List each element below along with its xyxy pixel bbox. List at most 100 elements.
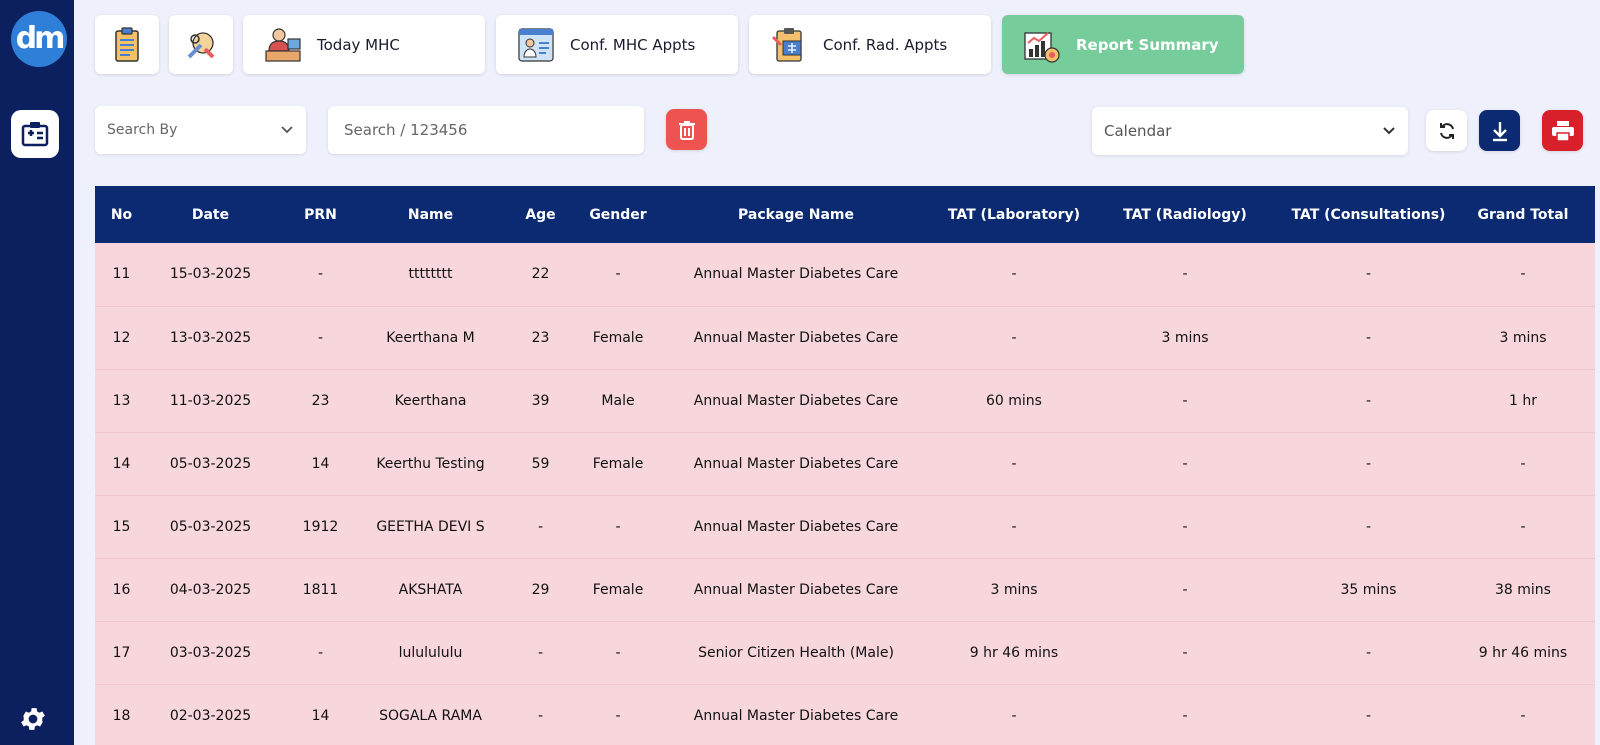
table-row[interactable]: 15 05-03-2025 1912 GEETHA DEVI S - - Annual Ma…	[95, 495, 1595, 558]
search-input[interactable]	[328, 106, 644, 154]
table-row[interactable]: 11 15-03-2025 - tttttttt 22 - Annual Master Di…	[95, 243, 1595, 306]
sidebar-item-health-checkup[interactable]	[11, 110, 59, 158]
tile-tools[interactable]	[169, 15, 233, 74]
download-button[interactable]	[1479, 110, 1520, 151]
table-cell: 3 mins	[1499, 329, 1547, 346]
table-row[interactable]: 12 13-03-2025 - Keerthana M 23 Female Annual M…	[95, 306, 1595, 369]
table-cell: Annual Master Diabetes Care	[693, 392, 899, 409]
table-cell: 11-03-2025	[169, 392, 252, 409]
column-header[interactable]: No	[95, 186, 148, 243]
table-row[interactable]: 18 02-03-2025 14 SOGALA RAMA - - Annual Master…	[95, 684, 1595, 745]
table-cell: -	[1182, 581, 1188, 598]
radiology-clipboard-icon	[771, 27, 802, 62]
column-header[interactable]: Grand Total	[1451, 186, 1595, 243]
table-cell: -	[1520, 266, 1526, 283]
table-cell: 9 hr 46 mins	[969, 644, 1059, 661]
column-header[interactable]: Name	[368, 186, 493, 243]
chevron-down-icon	[1383, 127, 1395, 135]
logo-text: dm	[15, 21, 66, 56]
table-row[interactable]: 16 04-03-2025 1811 AKSHATA 29 Female Annual Ma…	[95, 558, 1595, 621]
table-cell: Annual Master Diabetes Care	[693, 266, 899, 283]
table-cell: 02-03-2025	[169, 707, 252, 724]
table-cell: 38 mins	[1495, 581, 1551, 598]
table-cell: -	[537, 518, 544, 535]
table-cell: 17	[112, 644, 131, 661]
tile-clipboard[interactable]	[95, 15, 159, 74]
column-header[interactable]: TAT (Radiology)	[1084, 186, 1286, 243]
table-cell: 23	[531, 329, 550, 346]
tab-report-summary[interactable]: Report Summary	[1002, 15, 1244, 74]
table-cell: SOGALA RAMA	[379, 707, 482, 724]
table-cell: tttttttt	[408, 266, 453, 283]
tab-label: Conf. Rad. Appts	[823, 35, 948, 54]
column-header[interactable]: Gender	[588, 186, 648, 243]
table-cell: Female	[592, 455, 644, 472]
table-cell: 05-03-2025	[169, 518, 252, 535]
search-by-select[interactable]: Search By	[95, 106, 306, 154]
table-cell: Keerthu Testing	[376, 455, 485, 472]
gear-icon[interactable]	[18, 704, 48, 734]
table-cell: Annual Master Diabetes Care	[693, 329, 899, 346]
table-cell: 12	[112, 329, 131, 346]
table-cell: Female	[592, 581, 644, 598]
table-cell: 9 hr 46 mins	[1478, 644, 1568, 661]
medical-id-icon	[21, 122, 49, 147]
table-cell: 3 mins	[1161, 329, 1209, 346]
table-cell: Keerthana M	[386, 329, 475, 346]
tab-label: Conf. MHC Appts	[570, 35, 696, 54]
tab-label: Report Summary	[1076, 35, 1219, 54]
table-cell: -	[615, 266, 621, 283]
doctor-desk-icon	[265, 27, 301, 62]
table-cell: 60 mins	[986, 392, 1042, 409]
table-cell: -	[1182, 266, 1188, 283]
table-cell: 39	[531, 392, 550, 409]
table-row[interactable]: 13 11-03-2025 23 Keerthana 39 Male Annual Mast…	[95, 369, 1595, 432]
table-cell: -	[1365, 392, 1372, 409]
trash-icon	[678, 120, 695, 140]
table-cell: 1811	[302, 581, 339, 598]
table-cell: -	[1182, 707, 1188, 724]
print-button[interactable]	[1542, 110, 1583, 151]
table-cell: -	[615, 518, 621, 535]
table-cell: 3 mins	[990, 581, 1038, 598]
table-cell: -	[1365, 518, 1372, 535]
tab-today-mhc[interactable]: Today MHC	[243, 15, 485, 74]
table-row[interactable]: 17 03-03-2025 - lululululu - - Senior Citizen …	[95, 621, 1595, 684]
calendar-select[interactable]: Calendar	[1092, 107, 1408, 155]
column-header[interactable]: Date	[148, 186, 273, 243]
table-cell: -	[1182, 392, 1188, 409]
table-row[interactable]: 14 05-03-2025 14 Keerthu Testing 59 Female Ann…	[95, 432, 1595, 495]
table-cell: 14	[311, 455, 330, 472]
clear-button[interactable]	[666, 109, 707, 150]
column-header[interactable]: PRN	[273, 186, 368, 243]
table-cell: Male	[601, 392, 635, 409]
table-cell: 13-03-2025	[169, 329, 252, 346]
app-logo[interactable]: dm	[11, 11, 67, 67]
search-by-value: Search By	[107, 122, 178, 138]
table-cell: -	[1182, 644, 1188, 661]
table-cell: lululululu	[398, 644, 463, 661]
table-cell: 13	[112, 392, 131, 409]
refresh-button[interactable]	[1426, 110, 1467, 151]
table-cell: 59	[531, 455, 550, 472]
table-cell: -	[1365, 707, 1372, 724]
table-cell: -	[615, 644, 621, 661]
clipboard-icon	[115, 26, 139, 62]
column-header[interactable]: TAT (Consultations)	[1286, 186, 1451, 243]
tab-conf-rad-appts[interactable]: Conf. Rad. Appts	[749, 15, 991, 74]
table-cell: -	[1365, 329, 1372, 346]
column-header[interactable]: TAT (Laboratory)	[944, 186, 1084, 243]
download-icon	[1492, 121, 1507, 141]
table-cell: Annual Master Diabetes Care	[693, 455, 899, 472]
tools-icon	[187, 31, 215, 58]
table-cell: 35 mins	[1340, 581, 1397, 598]
table-cell: -	[1520, 707, 1526, 724]
table-cell: -	[1011, 455, 1017, 472]
column-header[interactable]: Age	[493, 186, 588, 243]
table-cell: GEETHA DEVI S	[376, 518, 485, 535]
tab-conf-mhc-appts[interactable]: Conf. MHC Appts	[496, 15, 738, 74]
report-table: No Date PRN Name Age Gender Package Name…	[95, 186, 1595, 745]
column-header[interactable]: Package Name	[648, 186, 944, 243]
table-cell: 04-03-2025	[169, 581, 252, 598]
table-header-row: No Date PRN Name Age Gender Package Name…	[95, 186, 1595, 243]
